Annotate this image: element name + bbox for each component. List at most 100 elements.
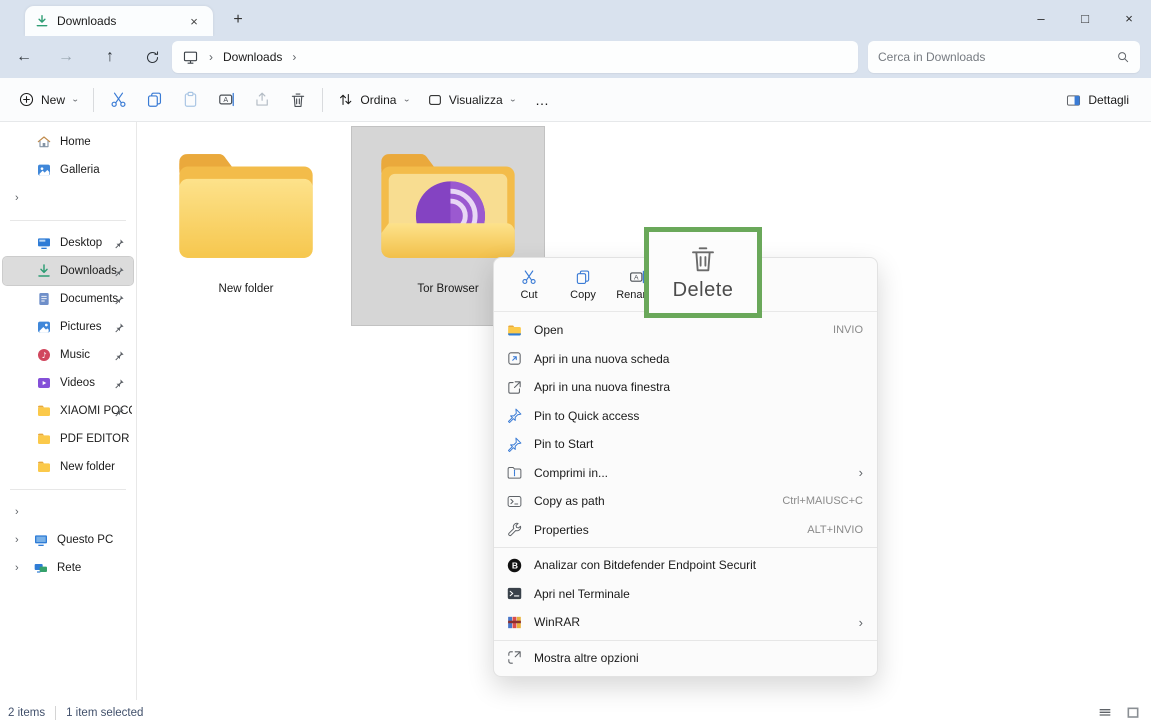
up-button[interactable]: ↑ xyxy=(92,41,128,73)
file-name: Tor Browser xyxy=(417,283,478,295)
minimize-button[interactable]: – xyxy=(1019,0,1063,36)
maximize-button[interactable]: □ xyxy=(1063,0,1107,36)
more-options-button[interactable]: … xyxy=(525,92,561,108)
back-button[interactable]: ← xyxy=(6,41,42,73)
tab-close-icon[interactable]: × xyxy=(185,14,203,29)
sidebar-item-pdf-editor[interactable]: PDF EDITOR xyxy=(3,425,133,453)
sidebar-item-label: Videos xyxy=(60,377,95,389)
view-button-label: Visualizza xyxy=(449,93,503,107)
delete-annotation-box[interactable]: Delete xyxy=(644,227,762,318)
svg-text:A: A xyxy=(634,274,639,281)
menu-item-open-new-tab[interactable]: Apri in una nuova scheda xyxy=(494,345,877,374)
svg-text:B: B xyxy=(512,560,518,570)
pin-icon xyxy=(114,266,125,277)
sidebar-divider xyxy=(10,220,126,221)
toolbar-separator xyxy=(93,88,94,112)
terminal-icon xyxy=(506,585,523,602)
sidebar-item-gallery[interactable]: Galleria xyxy=(3,156,133,184)
sidebar-item-videos[interactable]: Videos xyxy=(3,369,133,397)
menu-item-compress[interactable]: Comprimi in... › xyxy=(494,459,877,488)
sidebar-item-label: Documents xyxy=(60,293,118,305)
rename-button[interactable]: A xyxy=(208,84,244,116)
new-tab-button[interactable]: + xyxy=(226,8,250,32)
menu-item-properties[interactable]: Properties ALT+INVIO xyxy=(494,516,877,545)
cut-button[interactable] xyxy=(100,84,136,116)
sidebar-item-music[interactable]: ♪ Music xyxy=(3,341,133,369)
explorer-tab-downloads[interactable]: Downloads × xyxy=(25,6,213,36)
quick-action-label: Cut xyxy=(520,289,537,301)
folder-icon xyxy=(36,403,52,419)
copy-quick-action[interactable]: Copy xyxy=(558,268,608,301)
details-pane-button[interactable]: Dettagli xyxy=(1057,86,1137,115)
sidebar-expander[interactable]: › xyxy=(3,498,133,526)
sort-button-label: Ordina xyxy=(360,93,396,107)
monitor-icon xyxy=(182,49,199,66)
chevron-right-icon[interactable]: › xyxy=(15,534,19,546)
menu-item-open-terminal[interactable]: Apri nel Terminale xyxy=(494,580,877,609)
list-view-icon[interactable] xyxy=(1097,705,1113,721)
sidebar-item-this-pc[interactable]: › Questo PC xyxy=(3,526,133,554)
menu-item-winrar[interactable]: WinRAR › xyxy=(494,608,877,637)
folder-icon xyxy=(36,459,52,475)
paste-button[interactable] xyxy=(172,84,208,116)
chevron-down-icon: ⌄ xyxy=(71,95,79,104)
toolbar-separator xyxy=(322,88,323,112)
new-button[interactable]: New ⌄ xyxy=(10,85,87,114)
view-button[interactable]: Visualizza ⌄ xyxy=(419,86,525,114)
close-button[interactable]: × xyxy=(1107,0,1151,36)
large-icons-view-icon[interactable] xyxy=(1125,705,1141,721)
menu-item-copy-as-path[interactable]: Copy as path Ctrl+MAIUSC+C xyxy=(494,487,877,516)
delete-button[interactable] xyxy=(280,84,316,116)
sidebar-item-home[interactable]: Home xyxy=(3,128,133,156)
pin-icon xyxy=(114,294,125,305)
folder-icon xyxy=(167,137,325,275)
sidebar-item-documents[interactable]: Documents xyxy=(3,285,133,313)
menu-item-show-more-options[interactable]: Mostra altre opzioni xyxy=(494,644,877,673)
menu-item-pin-quick-access[interactable]: Pin to Quick access xyxy=(494,402,877,431)
sort-arrows-icon xyxy=(337,91,354,108)
quick-action-label: Copy xyxy=(570,289,596,301)
sidebar-item-xiaomi-poco[interactable]: XIAOMI POCO F xyxy=(3,397,133,425)
view-icon xyxy=(427,92,443,108)
desktop-icon xyxy=(36,235,52,251)
forward-button[interactable]: → xyxy=(48,41,84,73)
items-count: 2 items xyxy=(8,707,45,719)
menu-item-open[interactable]: Open INVIO xyxy=(494,316,877,345)
sidebar-item-desktop[interactable]: Desktop xyxy=(3,229,133,257)
address-bar[interactable]: › Downloads › xyxy=(172,41,858,73)
menu-item-shortcut: INVIO xyxy=(833,324,863,336)
sidebar-item-new-folder[interactable]: New folder xyxy=(3,453,133,481)
sidebar-expander[interactable]: › xyxy=(3,184,133,212)
pin-icon xyxy=(506,407,523,424)
share-button[interactable] xyxy=(244,84,280,116)
file-name: New folder xyxy=(219,283,274,295)
search-box xyxy=(868,41,1140,73)
file-tile-new-folder[interactable]: New folder xyxy=(150,127,342,325)
sidebar-item-label: Rete xyxy=(57,562,81,574)
submenu-chevron-icon: › xyxy=(859,465,863,480)
menu-item-label: Open xyxy=(534,323,833,337)
pin-icon xyxy=(114,406,125,417)
menu-item-shortcut: Ctrl+MAIUSC+C xyxy=(782,495,863,507)
sidebar-item-pictures[interactable]: Pictures xyxy=(3,313,133,341)
search-input[interactable] xyxy=(878,50,1116,64)
sidebar-item-downloads[interactable]: Downloads xyxy=(3,257,133,285)
cut-quick-action[interactable]: Cut xyxy=(504,268,554,301)
svg-text:A: A xyxy=(223,96,228,104)
sort-button[interactable]: Ordina ⌄ xyxy=(329,85,418,114)
sidebar-item-network[interactable]: › Rete xyxy=(3,554,133,582)
chevron-right-icon[interactable]: › xyxy=(15,562,19,574)
refresh-button[interactable] xyxy=(134,41,170,73)
menu-item-bitdefender-scan[interactable]: B Analizar con Bitdefender Endpoint Secu… xyxy=(494,551,877,580)
copy-button[interactable] xyxy=(136,84,172,116)
music-icon: ♪ xyxy=(36,347,52,363)
breadcrumb-downloads[interactable]: Downloads xyxy=(223,50,282,64)
menu-item-label: Mostra altre opzioni xyxy=(534,651,863,665)
search-icon[interactable] xyxy=(1116,50,1130,64)
breadcrumb-separator-2[interactable]: › xyxy=(292,50,296,64)
menu-item-pin-start[interactable]: Pin to Start xyxy=(494,430,877,459)
menu-item-label: Copy as path xyxy=(534,494,782,508)
show-more-icon xyxy=(506,649,523,666)
gallery-icon xyxy=(36,162,52,178)
menu-item-open-new-window[interactable]: Apri in una nuova finestra xyxy=(494,373,877,402)
